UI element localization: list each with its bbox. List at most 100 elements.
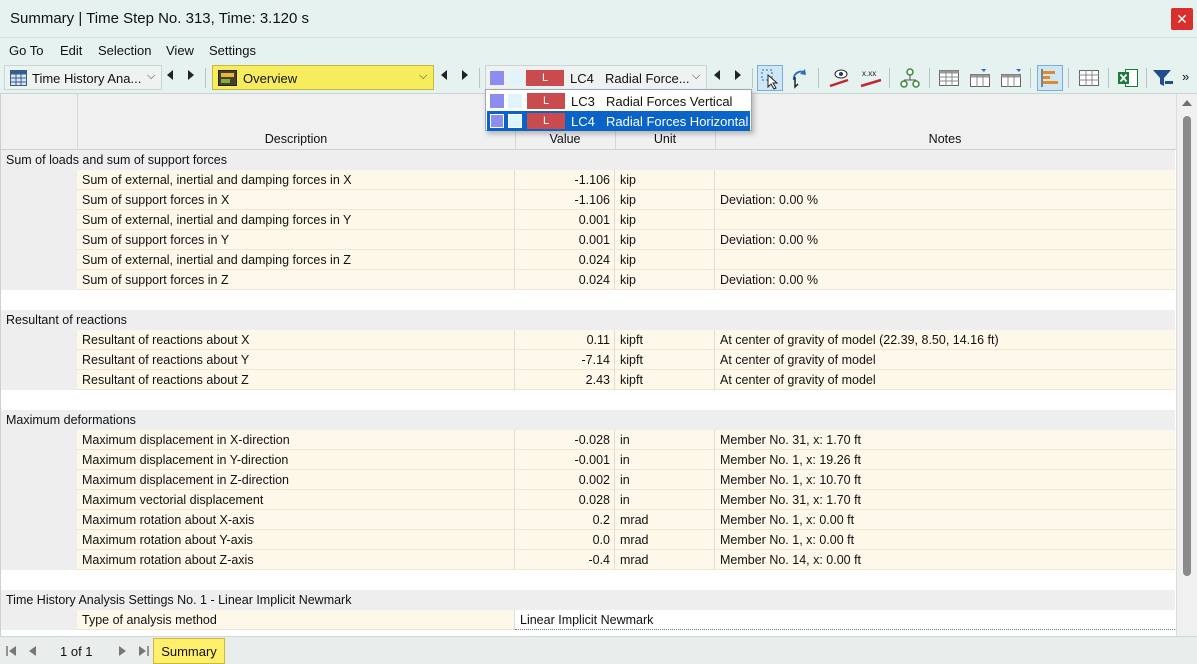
table-row[interactable]: Maximum displacement in X-direction-0.02… [1, 430, 1175, 450]
vertical-scrollbar[interactable] [1176, 94, 1197, 636]
columns-icon [1077, 66, 1101, 90]
sync-selection-button[interactable] [787, 65, 813, 91]
table-row[interactable]: Maximum displacement in Z-direction0.002… [1, 470, 1175, 490]
table-row[interactable]: Sum of support forces in Y0.001kipDeviat… [1, 230, 1175, 250]
cell-unit: kipft [615, 350, 715, 370]
next-page-icon[interactable] [117, 646, 127, 656]
section-title: Resultant of reactions [6, 313, 127, 327]
cell-unit: kipft [615, 330, 715, 350]
excel-icon [1116, 66, 1140, 90]
table-row[interactable]: Sum of support forces in X-1.106kipDevia… [1, 190, 1175, 210]
cell-description: Sum of support forces in X [77, 190, 515, 210]
table-append-button[interactable] [998, 65, 1024, 91]
prev-analysis-icon[interactable] [167, 70, 173, 80]
dropdown-item-id: LC4 [571, 114, 595, 129]
prev-page-icon[interactable] [28, 646, 38, 656]
table-row[interactable]: Sum of external, inertial and damping fo… [1, 170, 1175, 190]
last-page-icon[interactable] [137, 646, 149, 656]
bar-chart-button[interactable] [1037, 65, 1063, 91]
header-notes[interactable]: Notes [715, 132, 1175, 146]
menu-go-to[interactable]: Go To [9, 43, 43, 58]
analysis-type-combo[interactable]: Time History Ana... ⌵ [4, 65, 162, 90]
cell-notes [715, 210, 1175, 230]
dropdown-item-lc3[interactable]: L LC3 Radial Forces Vertical [487, 91, 750, 111]
filter-button[interactable] [1150, 65, 1176, 91]
section-header-row[interactable]: Sum of loads and sum of support forces [1, 150, 1175, 170]
cell-notes: Member No. 1, x: 19.26 ft [715, 450, 1175, 470]
table-append-icon [999, 66, 1023, 90]
cell-notes [715, 170, 1175, 190]
table-insert-button[interactable] [967, 65, 993, 91]
header-unit[interactable]: Unit [615, 132, 715, 146]
header-description[interactable]: Description [77, 132, 515, 146]
svg-text:x.xx: x.xx [862, 69, 876, 78]
values-icon: x.xx [859, 66, 883, 90]
hierarchy-button[interactable] [897, 65, 923, 91]
cell-unit: kip [615, 210, 715, 230]
section-header-row[interactable]: Time History Analysis Settings No. 1 - L… [1, 590, 1175, 610]
loadcase-color-swatch [490, 114, 504, 128]
cell-description: Maximum rotation about X-axis [77, 510, 515, 530]
cell-notes: Deviation: 0.00 % [715, 270, 1175, 290]
row-gutter [1, 270, 77, 290]
prev-loadcase-icon[interactable] [714, 70, 720, 80]
cell-notes: Member No. 31, x: 1.70 ft [715, 430, 1175, 450]
toolbar-separator [205, 68, 206, 88]
next-view-icon[interactable] [462, 70, 468, 80]
toolbar-overflow-icon[interactable]: » [1182, 69, 1189, 84]
toolbar-separator [818, 68, 819, 88]
view-combo[interactable]: Overview ⌵ [212, 65, 434, 90]
select-in-model-button[interactable] [757, 65, 783, 91]
table-view-button[interactable] [936, 65, 962, 91]
dropdown-item-lc4[interactable]: L LC4 Radial Forces Horizontal [487, 111, 750, 131]
table-row[interactable]: Maximum rotation about Z-axis-0.4mradMem… [1, 550, 1175, 570]
section-header-row[interactable]: Resultant of reactions [1, 310, 1175, 330]
toolbar-separator [929, 68, 930, 88]
values-display-button[interactable]: x.xx [858, 65, 884, 91]
dropdown-item-id: LC3 [571, 94, 595, 109]
view-toggle-button[interactable] [826, 65, 852, 91]
loadcase-combo[interactable]: L LC4 Radial Force... ⌵ [485, 65, 707, 90]
header-value[interactable]: Value [515, 132, 615, 146]
scroll-thumb[interactable] [1183, 116, 1191, 576]
section-header-row[interactable]: Maximum deformations [1, 410, 1175, 430]
menu-view[interactable]: View [166, 43, 194, 58]
next-analysis-icon[interactable] [188, 70, 194, 80]
row-gutter [1, 250, 77, 270]
title-bar: Summary | Time Step No. 313, Time: 3.120… [0, 0, 1197, 38]
cell-value-wide[interactable]: Linear Implicit Newmark [515, 610, 1175, 630]
columns-button[interactable] [1076, 65, 1102, 91]
chevron-down-icon: ⌵ [692, 70, 700, 83]
summary-table: Description Value Unit Notes Sum of load… [0, 94, 1176, 636]
cell-value: 0.024 [515, 270, 615, 290]
table-row[interactable]: Sum of external, inertial and damping fo… [1, 210, 1175, 230]
menu-selection[interactable]: Selection [98, 43, 151, 58]
next-loadcase-icon[interactable] [735, 70, 741, 80]
page-indicator: 1 of 1 [60, 644, 93, 659]
table-row[interactable]: Resultant of reactions about X0.11kipftA… [1, 330, 1175, 350]
table-row[interactable]: Type of analysis methodLinear Implicit N… [1, 610, 1175, 630]
table-row[interactable]: Sum of external, inertial and damping fo… [1, 250, 1175, 270]
table-row[interactable]: Maximum displacement in Y-direction-0.00… [1, 450, 1175, 470]
cell-value: -0.028 [515, 430, 615, 450]
menu-settings[interactable]: Settings [209, 43, 256, 58]
scroll-up-icon[interactable] [1182, 100, 1192, 106]
table-row[interactable]: Resultant of reactions about Z2.43kipftA… [1, 370, 1175, 390]
table-row[interactable]: Maximum vectorial displacement0.028inMem… [1, 490, 1175, 510]
menu-edit[interactable]: Edit [60, 43, 82, 58]
prev-view-icon[interactable] [441, 70, 447, 80]
first-page-icon[interactable] [6, 646, 18, 656]
cell-notes: Member No. 1, x: 10.70 ft [715, 470, 1175, 490]
table-row[interactable]: Maximum rotation about X-axis0.2mradMemb… [1, 510, 1175, 530]
section-title: Time History Analysis Settings No. 1 - L… [6, 593, 351, 607]
export-excel-button[interactable] [1115, 65, 1141, 91]
cell-notes: Member No. 1, x: 0.00 ft [715, 510, 1175, 530]
cell-value: 0.024 [515, 250, 615, 270]
close-button[interactable]: ✕ [1171, 8, 1193, 30]
blank-spacer-row [1, 290, 1175, 310]
table-row[interactable]: Sum of support forces in Z0.024kipDeviat… [1, 270, 1175, 290]
table-row[interactable]: Maximum rotation about Y-axis0.0mradMemb… [1, 530, 1175, 550]
cell-notes: At center of gravity of model [715, 350, 1175, 370]
table-row[interactable]: Resultant of reactions about Y-7.14kipft… [1, 350, 1175, 370]
tab-summary[interactable]: Summary [153, 638, 225, 664]
